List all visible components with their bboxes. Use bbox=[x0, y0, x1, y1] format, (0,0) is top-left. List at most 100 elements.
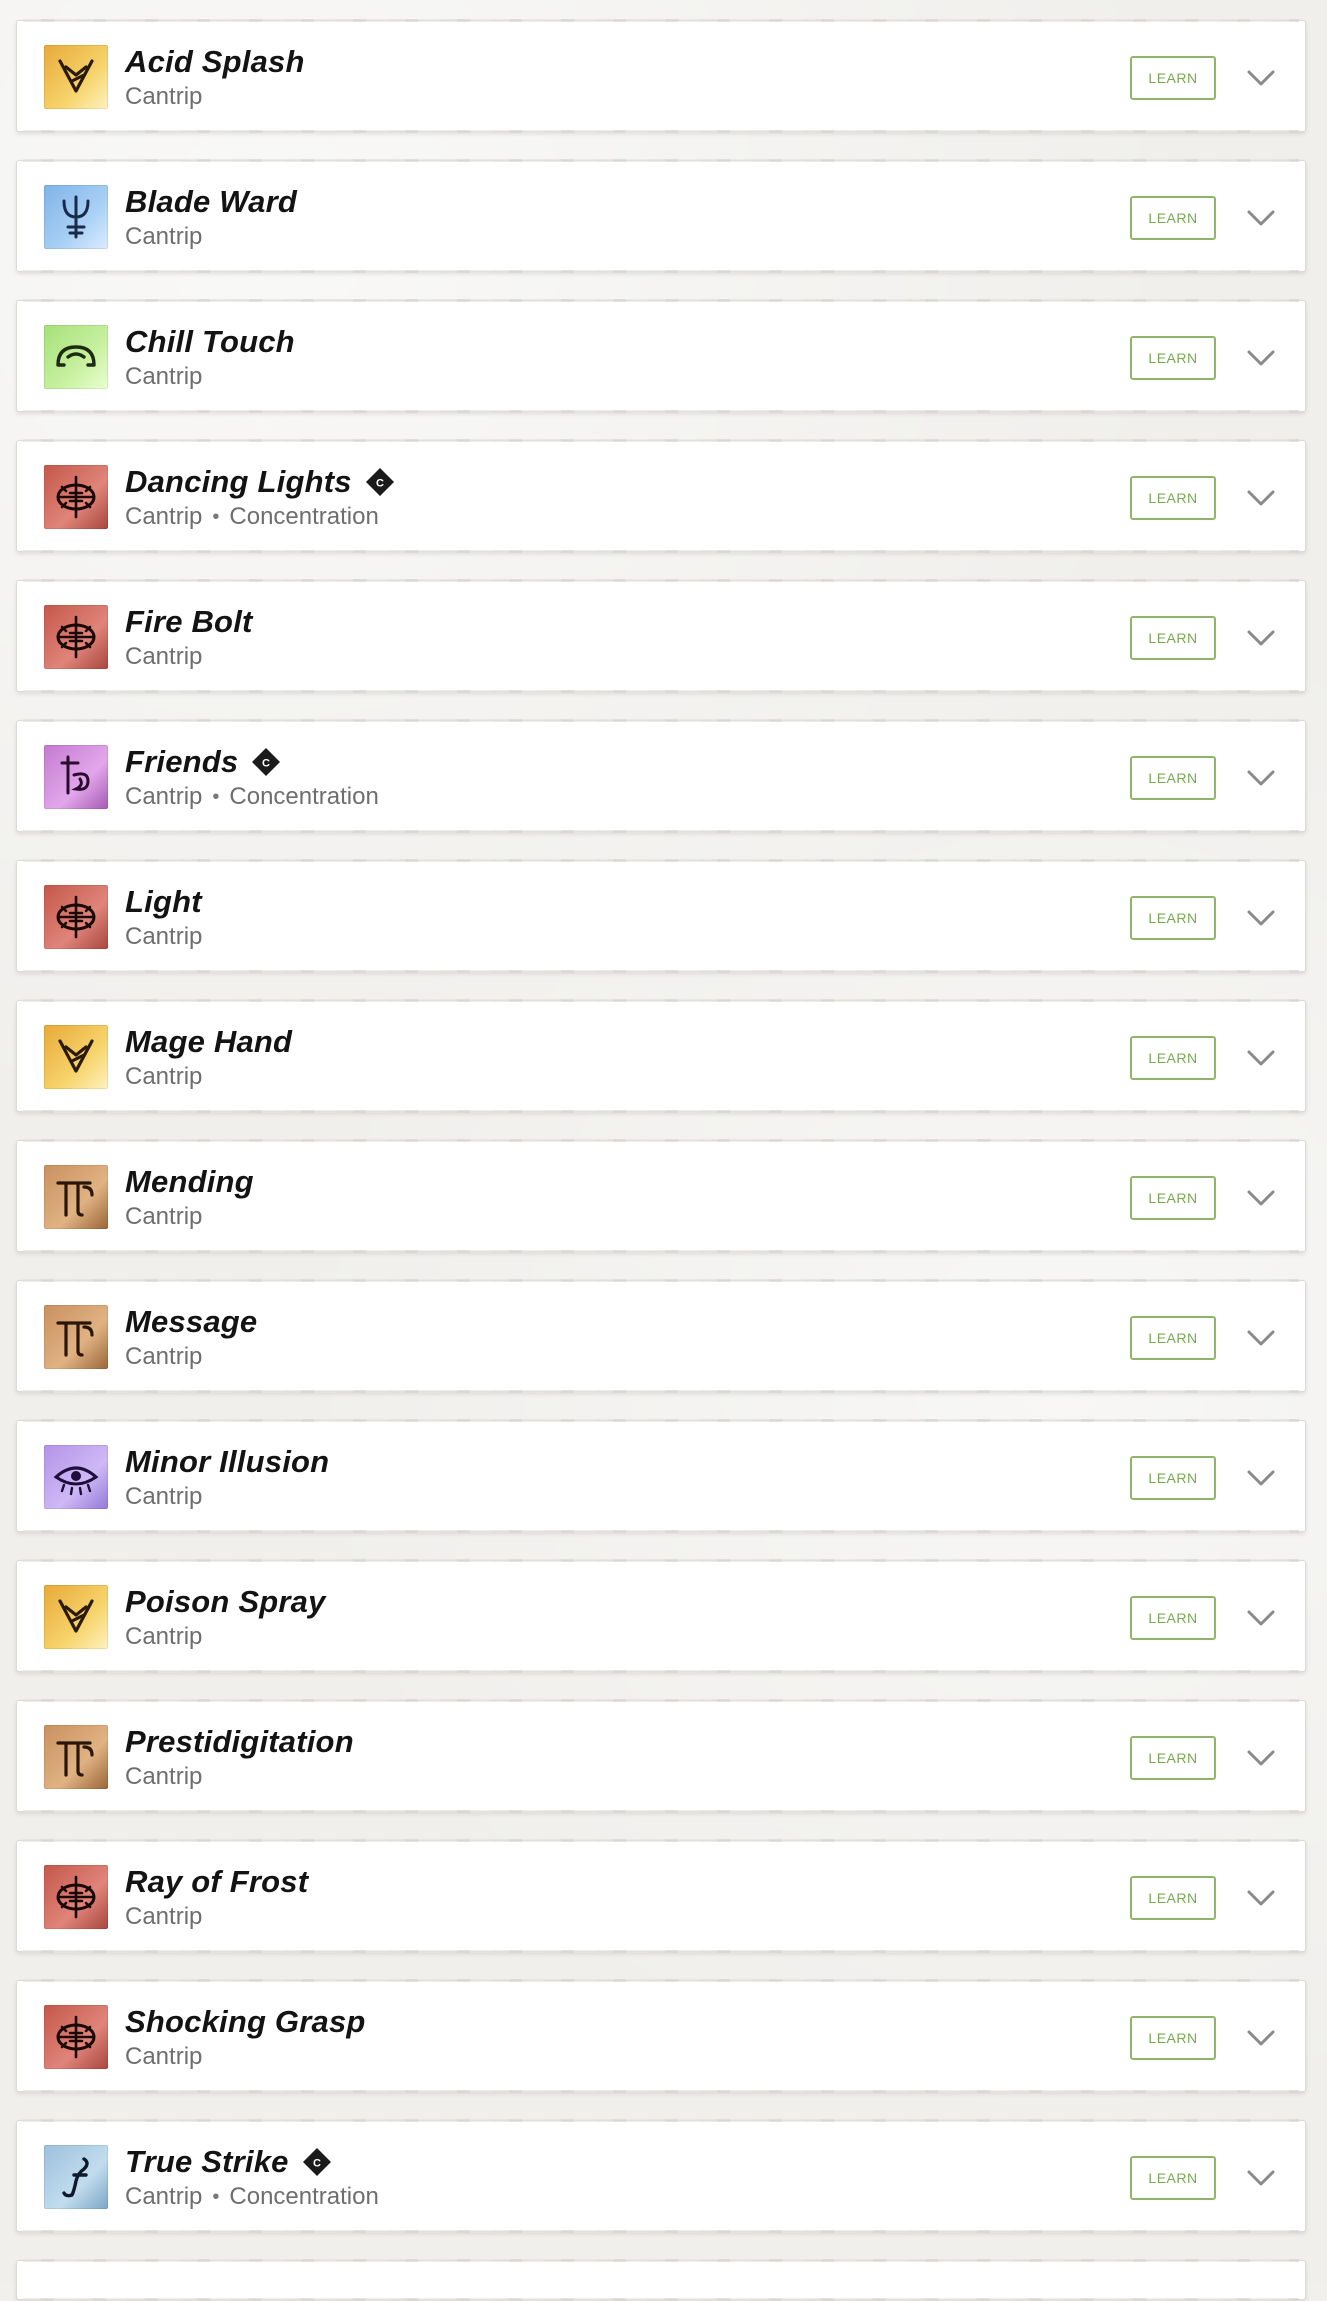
spell-card[interactable]: Light Cantrip LEARN bbox=[16, 859, 1306, 973]
chevron-down-icon[interactable] bbox=[1241, 1318, 1281, 1358]
transmutation-icon bbox=[44, 1305, 108, 1369]
learn-button[interactable]: LEARN bbox=[1130, 1316, 1216, 1360]
spell-name[interactable]: Message bbox=[125, 1304, 257, 1340]
transmutation-icon bbox=[44, 1165, 108, 1229]
learn-button[interactable]: LEARN bbox=[1130, 336, 1216, 380]
spell-name[interactable]: Mage Hand bbox=[125, 1024, 292, 1060]
spell-card[interactable]: Minor Illusion Cantrip LEARN bbox=[16, 1419, 1306, 1533]
spell-meta: Cantrip • Concentration bbox=[125, 503, 379, 531]
spell-level: Cantrip bbox=[125, 1623, 203, 1650]
spell-level: Cantrip bbox=[125, 1063, 203, 1090]
spell-meta: Cantrip bbox=[125, 2043, 202, 2071]
spell-meta: Cantrip bbox=[125, 643, 202, 671]
spell-title-row: Minor Illusion bbox=[125, 1443, 329, 1481]
learn-button[interactable]: LEARN bbox=[1130, 756, 1216, 800]
chevron-down-icon[interactable] bbox=[1241, 1598, 1281, 1638]
chevron-down-icon[interactable] bbox=[1241, 1178, 1281, 1218]
spell-name[interactable]: Acid Splash bbox=[125, 44, 305, 80]
spell-meta: Cantrip bbox=[125, 1203, 202, 1231]
spell-name[interactable]: Chill Touch bbox=[125, 324, 295, 360]
spell-card[interactable]: Mending Cantrip LEARN bbox=[16, 1139, 1306, 1253]
spell-meta: Cantrip bbox=[125, 1063, 202, 1091]
spell-name[interactable]: Poison Spray bbox=[125, 1584, 326, 1620]
spell-card[interactable]: Prestidigitation Cantrip LEARN bbox=[16, 1699, 1306, 1813]
concentration-icon: C bbox=[301, 2146, 333, 2178]
learn-button[interactable]: LEARN bbox=[1130, 1596, 1216, 1640]
chevron-down-icon[interactable] bbox=[1241, 758, 1281, 798]
spell-card-partial bbox=[16, 2259, 1306, 2301]
spell-meta: Cantrip bbox=[125, 1623, 202, 1651]
spell-title-row: Prestidigitation bbox=[125, 1723, 354, 1761]
evocation-icon bbox=[44, 2005, 108, 2069]
spell-card[interactable]: Mage Hand Cantrip LEARN bbox=[16, 999, 1306, 1113]
learn-button[interactable]: LEARN bbox=[1130, 476, 1216, 520]
spell-name[interactable]: Prestidigitation bbox=[125, 1724, 354, 1760]
spell-card[interactable]: Ray of Frost Cantrip LEARN bbox=[16, 1839, 1306, 1953]
learn-button[interactable]: LEARN bbox=[1130, 56, 1216, 100]
spell-meta: Cantrip bbox=[125, 1763, 202, 1791]
spell-card[interactable]: Blade Ward Cantrip LEARN bbox=[16, 159, 1306, 273]
evocation-icon bbox=[44, 885, 108, 949]
chevron-down-icon[interactable] bbox=[1241, 1038, 1281, 1078]
chevron-down-icon[interactable] bbox=[1241, 478, 1281, 518]
learn-button[interactable]: LEARN bbox=[1130, 2156, 1216, 2200]
spell-name[interactable]: Mending bbox=[125, 1164, 254, 1200]
spell-level: Cantrip bbox=[125, 223, 203, 250]
spell-card[interactable]: Friends C Cantrip • Concentration LEARN bbox=[16, 719, 1306, 833]
spell-name[interactable]: Friends bbox=[125, 744, 238, 780]
spell-concentration-label: Concentration bbox=[229, 783, 379, 810]
spell-title-row: Poison Spray bbox=[125, 1583, 326, 1621]
spell-name[interactable]: Light bbox=[125, 884, 202, 920]
learn-button[interactable]: LEARN bbox=[1130, 1176, 1216, 1220]
learn-button[interactable]: LEARN bbox=[1130, 2016, 1216, 2060]
abjuration-icon bbox=[44, 185, 108, 249]
learn-button[interactable]: LEARN bbox=[1130, 1736, 1216, 1780]
chevron-down-icon[interactable] bbox=[1241, 2018, 1281, 2058]
spell-card[interactable]: Message Cantrip LEARN bbox=[16, 1279, 1306, 1393]
chevron-down-icon[interactable] bbox=[1241, 1458, 1281, 1498]
spell-card[interactable]: True Strike C Cantrip • Concentration LEARN bbox=[16, 2119, 1306, 2233]
spell-level: Cantrip bbox=[125, 2043, 203, 2070]
svg-text:C: C bbox=[313, 2158, 321, 2170]
spell-name[interactable]: Blade Ward bbox=[125, 184, 297, 220]
spell-meta: Cantrip bbox=[125, 923, 202, 951]
chevron-down-icon[interactable] bbox=[1241, 2158, 1281, 2198]
spell-level: Cantrip bbox=[125, 363, 203, 390]
learn-button[interactable]: LEARN bbox=[1130, 1456, 1216, 1500]
spell-card[interactable]: Fire Bolt Cantrip LEARN bbox=[16, 579, 1306, 693]
chevron-down-icon[interactable] bbox=[1241, 1738, 1281, 1778]
spell-name[interactable]: True Strike bbox=[125, 2144, 289, 2180]
spell-card[interactable]: Dancing Lights C Cantrip • Concentration LEAR… bbox=[16, 439, 1306, 553]
spell-concentration-label: Concentration bbox=[229, 2183, 379, 2210]
spell-card[interactable]: Chill Touch Cantrip LEARN bbox=[16, 299, 1306, 413]
chevron-down-icon[interactable] bbox=[1241, 198, 1281, 238]
learn-button[interactable]: LEARN bbox=[1130, 1036, 1216, 1080]
spell-level: Cantrip bbox=[125, 923, 203, 950]
learn-button[interactable]: LEARN bbox=[1130, 1876, 1216, 1920]
spell-card[interactable]: Poison Spray Cantrip LEARN bbox=[16, 1559, 1306, 1673]
spell-title-row: Acid Splash bbox=[125, 43, 305, 81]
chevron-down-icon[interactable] bbox=[1241, 58, 1281, 98]
spell-title-row: Chill Touch bbox=[125, 323, 295, 361]
chevron-down-icon[interactable] bbox=[1241, 1878, 1281, 1918]
spell-name[interactable]: Shocking Grasp bbox=[125, 2004, 366, 2040]
chevron-down-icon[interactable] bbox=[1241, 338, 1281, 378]
spell-name[interactable]: Minor Illusion bbox=[125, 1444, 329, 1480]
spell-name[interactable]: Fire Bolt bbox=[125, 604, 253, 640]
spell-card[interactable]: Shocking Grasp Cantrip LEARN bbox=[16, 1979, 1306, 2093]
spell-level: Cantrip bbox=[125, 1903, 203, 1930]
learn-button[interactable]: LEARN bbox=[1130, 616, 1216, 660]
learn-button[interactable]: LEARN bbox=[1130, 196, 1216, 240]
conjuration-icon bbox=[44, 1025, 108, 1089]
spell-name[interactable]: Ray of Frost bbox=[125, 1864, 308, 1900]
concentration-icon: C bbox=[364, 466, 396, 498]
spell-name[interactable]: Dancing Lights bbox=[125, 464, 352, 500]
spell-title-row: Blade Ward bbox=[125, 183, 297, 221]
separator-dot: • bbox=[212, 2185, 220, 2208]
spell-list: Acid Splash Cantrip LEARN Blade Ward Cantrip… bbox=[16, 19, 1306, 2301]
chevron-down-icon[interactable] bbox=[1241, 898, 1281, 938]
spell-list-page: Acid Splash Cantrip LEARN Blade Ward Cantrip… bbox=[0, 0, 1327, 2301]
chevron-down-icon[interactable] bbox=[1241, 618, 1281, 658]
spell-card[interactable]: Acid Splash Cantrip LEARN bbox=[16, 19, 1306, 133]
learn-button[interactable]: LEARN bbox=[1130, 896, 1216, 940]
